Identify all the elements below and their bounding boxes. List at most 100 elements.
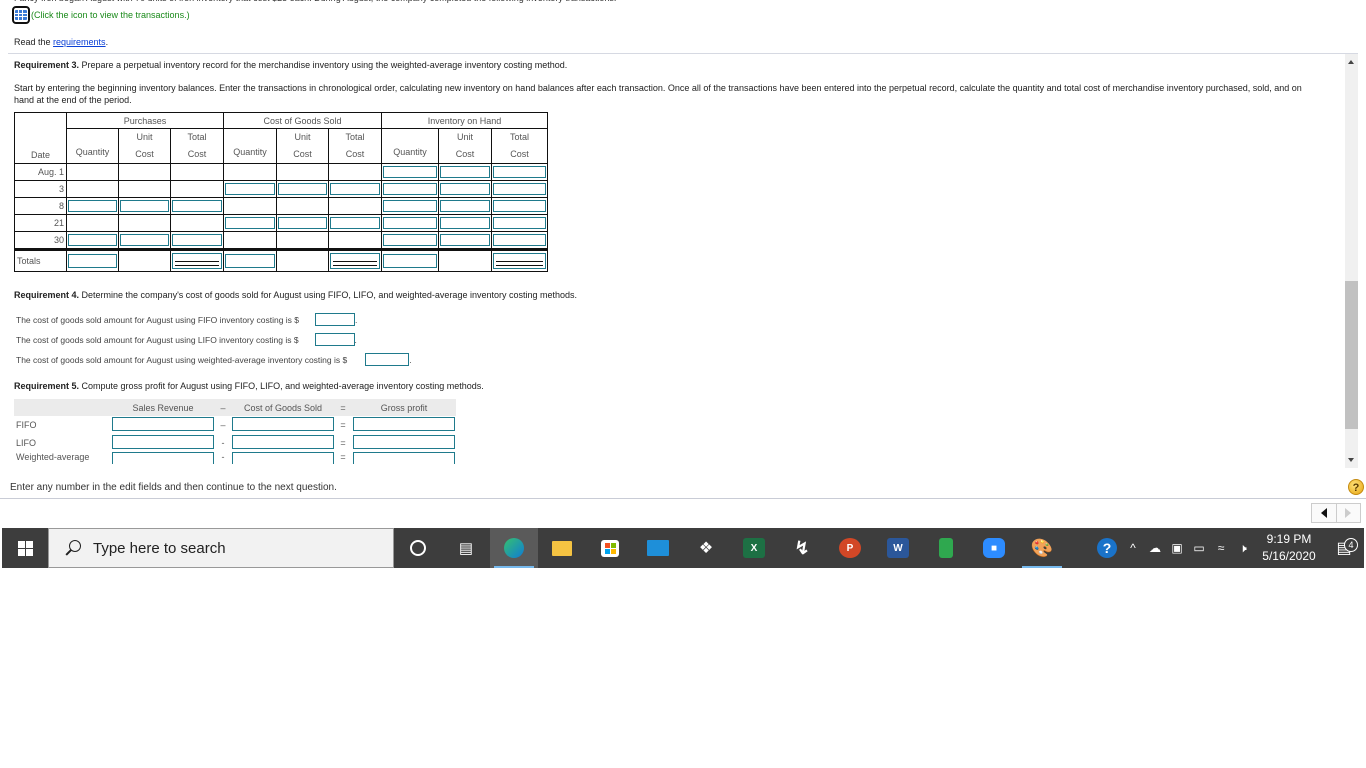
chevron-up-icon[interactable]: ^: [1122, 541, 1144, 555]
gross-profit-input[interactable]: [352, 417, 456, 433]
cell-input[interactable]: [440, 183, 490, 195]
col-header-top: [67, 132, 118, 144]
col-header-bottom: Quantity: [393, 146, 427, 157]
cogs-wa-input[interactable]: [365, 353, 410, 366]
gross-profit-row: FIFO – =: [14, 416, 456, 434]
powerpoint-icon[interactable]: P: [826, 528, 874, 568]
cell-input[interactable]: [493, 217, 546, 229]
cell-input[interactable]: [68, 200, 117, 212]
gross-profit-input[interactable]: [352, 435, 456, 451]
vertical-scrollbar[interactable]: [1345, 54, 1358, 468]
clock[interactable]: 9:19 PM 5/16/2020: [1254, 531, 1324, 565]
start-button[interactable]: [2, 528, 48, 568]
cogs-fifo-input[interactable]: [315, 313, 356, 326]
cell-input[interactable]: [330, 183, 380, 195]
taskbar-search[interactable]: Type here to search: [48, 528, 394, 568]
zoom-icon[interactable]: ■: [970, 528, 1018, 568]
period: .: [409, 354, 412, 365]
sales-revenue-input-field[interactable]: [112, 435, 214, 449]
totals-double-underline-input[interactable]: [493, 253, 546, 269]
help-tray-icon[interactable]: ?: [1092, 538, 1122, 558]
cell-input[interactable]: [278, 183, 327, 195]
cell-input[interactable]: [440, 234, 490, 246]
sales-revenue-input-field[interactable]: [112, 417, 214, 431]
volume-muted-icon[interactable]: 🕨: [1232, 541, 1254, 556]
cell-input[interactable]: [68, 234, 117, 246]
table-row: Aug. 1: [14, 163, 548, 181]
requirements-link[interactable]: requirements: [53, 37, 106, 47]
dropbox-icon[interactable]: ❖: [682, 528, 730, 568]
col-header-bottom: Cost: [455, 149, 475, 159]
totals-input[interactable]: [68, 254, 117, 268]
sales-revenue-input[interactable]: [112, 435, 214, 451]
cell-input[interactable]: [493, 200, 546, 212]
gross-profit-input-field[interactable]: [353, 435, 455, 449]
cell-input[interactable]: [440, 200, 490, 212]
battery-icon[interactable]: ▭: [1188, 541, 1210, 555]
sync-icon[interactable]: ▣: [1166, 541, 1188, 555]
cell-input[interactable]: [383, 234, 437, 246]
cell-input[interactable]: [383, 183, 437, 195]
totals-input[interactable]: [383, 254, 437, 268]
cell-input[interactable]: [330, 217, 380, 229]
scroll-thumb[interactable]: [1345, 281, 1358, 429]
mail-icon[interactable]: [634, 528, 682, 568]
cogs-input-field[interactable]: [232, 452, 334, 464]
sales-revenue-input[interactable]: [112, 417, 214, 433]
cogs-input-field[interactable]: [232, 435, 334, 449]
edge-icon[interactable]: [490, 528, 538, 568]
app-s-icon[interactable]: ↯: [778, 528, 826, 568]
cogs-header: Cost of Goods Sold: [223, 112, 382, 129]
cell-input[interactable]: [493, 166, 546, 178]
task-view-icon[interactable]: ▤: [442, 528, 490, 568]
cell-input[interactable]: [383, 166, 437, 178]
cell-input[interactable]: [120, 200, 169, 212]
cell-input[interactable]: [440, 166, 490, 178]
cell-input[interactable]: [120, 234, 169, 246]
col-header: Total Cost: [170, 128, 224, 164]
sales-revenue-input-field[interactable]: [112, 452, 214, 464]
table-cell: [328, 231, 382, 250]
file-explorer-icon[interactable]: [538, 528, 586, 568]
word-icon[interactable]: W: [874, 528, 922, 568]
cogs-input[interactable]: [232, 435, 334, 451]
onedrive-icon[interactable]: ☁: [1144, 541, 1166, 555]
cell-input[interactable]: [225, 183, 275, 195]
notifications-button[interactable]: ▤ 4: [1324, 538, 1364, 558]
cell-input[interactable]: [493, 234, 546, 246]
cell-input[interactable]: [225, 217, 275, 229]
cell-input[interactable]: [383, 200, 437, 212]
scroll-down-arrow-icon[interactable]: [1348, 458, 1354, 462]
gross-profit-input-field[interactable]: [353, 417, 455, 431]
cell-input[interactable]: [172, 200, 222, 212]
scroll-up-arrow-icon[interactable]: [1348, 60, 1354, 64]
table-icon[interactable]: [12, 6, 30, 24]
cell-input[interactable]: [493, 183, 546, 195]
cogs-lifo-input[interactable]: [314, 333, 355, 346]
next-button[interactable]: [1335, 504, 1361, 522]
cogs-input[interactable]: [232, 417, 334, 433]
cell-input[interactable]: [172, 234, 222, 246]
cogs-fifo-label: The cost of goods sold amount for August…: [16, 314, 300, 325]
cortana-icon[interactable]: [394, 528, 442, 568]
totals-double-underline-input[interactable]: [172, 253, 222, 269]
gross-profit-input-field[interactable]: [353, 452, 455, 464]
help-icon[interactable]: ?: [1348, 479, 1364, 495]
cogs-input-field[interactable]: [232, 417, 334, 431]
green-app-icon[interactable]: [922, 528, 970, 568]
store-icon[interactable]: [586, 528, 634, 568]
wifi-icon[interactable]: ≈: [1210, 541, 1232, 555]
gross-profit-input[interactable]: [352, 452, 456, 464]
paint-icon[interactable]: 🎨: [1018, 528, 1066, 568]
cell-input[interactable]: [383, 217, 437, 229]
excel-icon[interactable]: X: [730, 528, 778, 568]
totals-input[interactable]: [225, 254, 275, 268]
cogs-input[interactable]: [232, 452, 334, 464]
totals-double-underline-input[interactable]: [330, 253, 380, 269]
previous-button[interactable]: [1312, 504, 1336, 522]
cell-input[interactable]: [440, 217, 490, 229]
table-cell: [491, 214, 548, 232]
col-header-bottom: Cost: [293, 149, 312, 159]
cell-input[interactable]: [278, 217, 327, 229]
sales-revenue-input[interactable]: [112, 452, 214, 464]
